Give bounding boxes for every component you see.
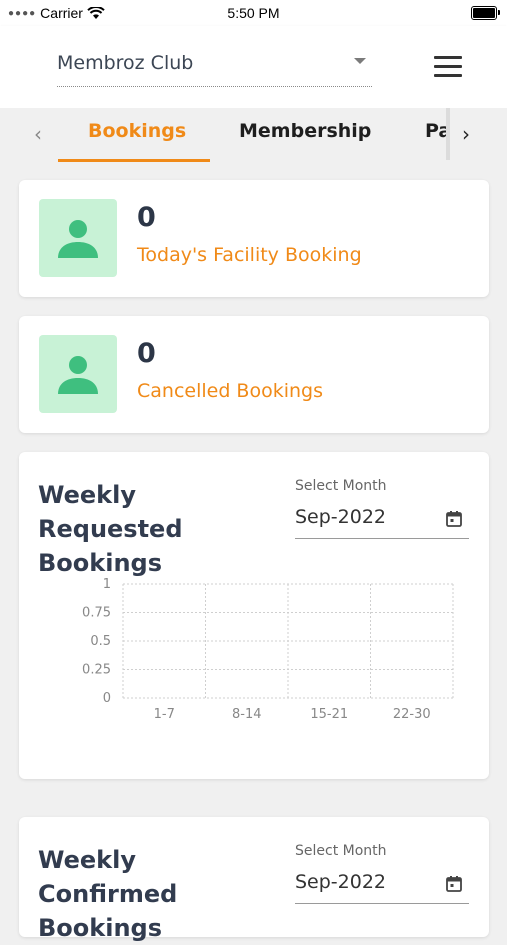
chevron-left-icon[interactable]: ‹ [34, 122, 42, 146]
month-picker[interactable]: Sep-2022 [295, 504, 469, 539]
x-tick-label: 15-21 [310, 707, 348, 722]
weekly-confirmed-card: Weekly Confirmed Bookings Select Month S… [19, 817, 489, 942]
stat-label: Cancelled Bookings [137, 380, 324, 402]
user-icon [39, 335, 117, 413]
y-tick-label: 1 [103, 577, 111, 592]
tab-partial[interactable]: Pa [425, 120, 447, 142]
x-tick-label: 22-30 [393, 707, 431, 722]
calendar-icon[interactable] [445, 875, 463, 893]
x-tick-label: 8-14 [232, 707, 262, 722]
chevron-right-icon[interactable]: › [462, 122, 470, 146]
club-dropdown[interactable]: Membroz Club [57, 50, 372, 87]
y-tick-label: 0.25 [82, 663, 111, 678]
caret-down-icon [354, 58, 366, 64]
user-icon [39, 199, 117, 277]
stat-card-cancelled-bookings[interactable]: 0 Cancelled Bookings [19, 316, 489, 433]
stat-value: 0 [137, 202, 156, 233]
select-month-label: Select Month [295, 478, 387, 494]
menu-line [434, 65, 462, 68]
weekly-requested-card: Weekly Requested Bookings Select Month S… [19, 452, 489, 779]
y-tick-label: 0.5 [90, 634, 111, 649]
stat-card-today-bookings[interactable]: 0 Today's Facility Booking [19, 180, 489, 297]
month-picker[interactable]: Sep-2022 [295, 869, 469, 904]
tab-bookings[interactable]: Bookings [88, 120, 186, 142]
tab-divider [446, 108, 450, 160]
month-value: Sep-2022 [295, 871, 387, 893]
status-bar: ●●●● Carrier 5:50 PM [0, 0, 507, 26]
select-month-label: Select Month [295, 843, 387, 859]
stat-value: 0 [137, 338, 156, 369]
month-value: Sep-2022 [295, 506, 387, 528]
active-tab-indicator [58, 159, 210, 162]
weekly-requested-chart: 1 0.75 0.5 0.25 0 1-7 8-14 15-21 22-30 [82, 577, 454, 722]
y-tick-label: 0 [103, 691, 111, 706]
tab-bar: ‹ Bookings Membership Pa › [0, 108, 507, 164]
menu-line [434, 74, 462, 77]
y-tick-label: 0.75 [82, 606, 111, 621]
menu-line [434, 56, 462, 59]
app-header: Membroz Club [0, 26, 507, 108]
chart-title: Weekly Confirmed Bookings [38, 846, 178, 942]
chart-title: Weekly Requested Bookings [38, 481, 183, 577]
hamburger-menu-button[interactable] [434, 56, 464, 78]
club-name: Membroz Club [57, 52, 194, 74]
stat-label: Today's Facility Booking [137, 244, 362, 266]
calendar-icon[interactable] [445, 510, 463, 528]
clock: 5:50 PM [227, 5, 280, 21]
x-tick-label: 1-7 [154, 707, 175, 722]
tab-membership[interactable]: Membership [239, 120, 371, 142]
battery-icon [471, 6, 500, 20]
